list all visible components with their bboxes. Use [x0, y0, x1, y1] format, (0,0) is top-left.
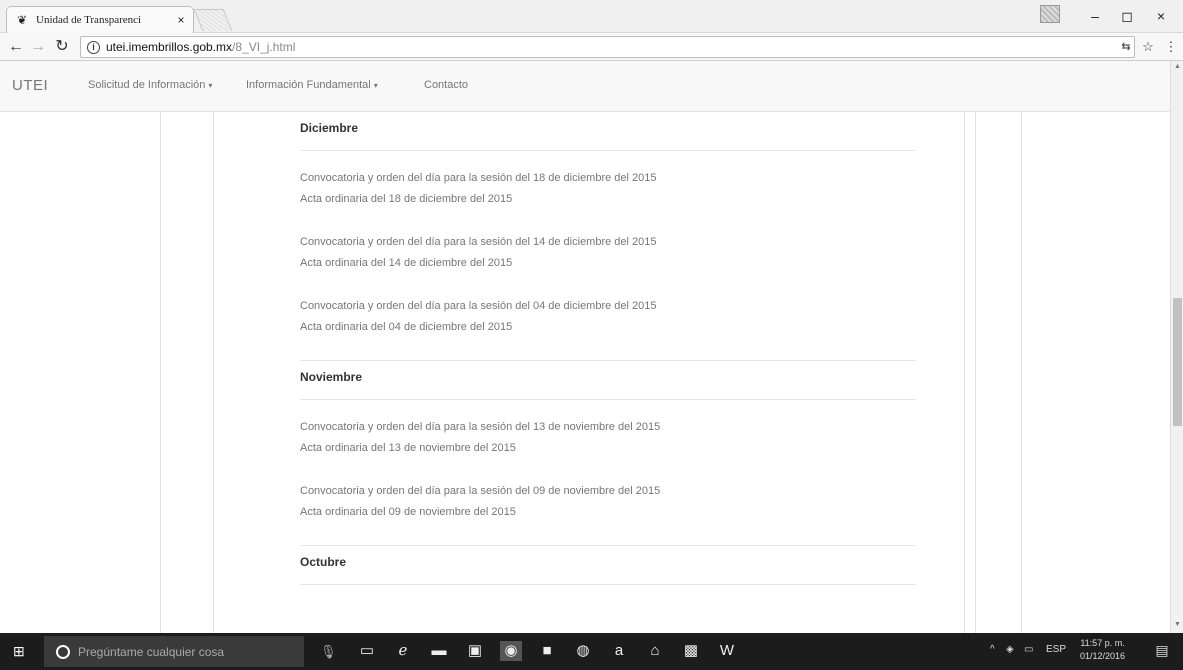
content-panel: Diciembre Convocatoria y orden del día pa…	[213, 112, 965, 633]
windows-taskbar: ⊞ Pregúntame cualquier cosa 🎙 ▭ ℯ ▬ ▣ ◉ …	[0, 633, 1183, 670]
convocatoria-link[interactable]: Convocatoria y orden del día para la ses…	[300, 168, 916, 189]
address-bar[interactable]: i utei.imembrillos.gob.mx/8_VI_j.html	[80, 36, 1135, 58]
tab-close-icon[interactable]: ×	[175, 13, 187, 27]
scroll-thumb[interactable]	[1173, 298, 1182, 426]
browser-tabstrip: ❦ Unidad de Transparenci × – ◻ ×	[0, 0, 1183, 33]
minimize-button[interactable]: –	[1080, 6, 1110, 26]
nav-solicitud-informacion[interactable]: Solicitud de Información ▾	[88, 79, 212, 91]
scroll-down-icon[interactable]: ▼	[1173, 621, 1182, 630]
close-window-button[interactable]: ×	[1146, 6, 1176, 26]
site-navbar: UTEI Solicitud de Información ▾ Informaci…	[0, 61, 1170, 112]
bookmark-star-icon[interactable]: ☆	[1139, 39, 1157, 55]
edge-browser-icon[interactable]: ℯ	[392, 641, 414, 661]
site-brand[interactable]: UTEI	[12, 77, 48, 94]
session-entry: Convocatoria y orden del día para la ses…	[300, 232, 916, 274]
photos-icon[interactable]: ▩	[680, 641, 702, 661]
tab-title: Unidad de Transparenci	[36, 14, 142, 26]
task-view-icon[interactable]: ▭	[356, 641, 378, 661]
nav-contacto[interactable]: Contacto	[424, 79, 468, 91]
session-entry: Convocatoria y orden del día para la ses…	[300, 168, 916, 210]
session-list: Convocatoria y orden del día para la ses…	[300, 151, 916, 338]
session-entry: Convocatoria y orden del día para la ses…	[300, 417, 916, 459]
amazon-icon[interactable]: a	[608, 641, 630, 661]
menu-kebab-icon[interactable]: ⋮	[1162, 39, 1180, 55]
microphone-icon[interactable]: 🎙	[320, 644, 337, 660]
session-list: Convocatoria y orden del día para la ses…	[300, 400, 916, 523]
month-heading: Octubre	[300, 555, 347, 569]
app-icon[interactable]: ■	[536, 641, 558, 661]
info-icon[interactable]: i	[87, 40, 100, 54]
clock-time: 11:57 p. m.	[1080, 638, 1125, 648]
battery-icon[interactable]: ▭	[1024, 644, 1033, 655]
divider	[300, 584, 916, 585]
month-section: Octubre	[300, 546, 916, 585]
scroll-up-icon[interactable]: ▲	[1173, 63, 1182, 72]
nav-link-label: Información Fundamental	[246, 79, 371, 91]
nav-informacion-fundamental[interactable]: Información Fundamental ▾	[246, 79, 378, 91]
acta-link[interactable]: Acta ordinaria del 04 de diciembre del 2…	[300, 317, 916, 338]
clock-date: 01/12/2016	[1080, 651, 1126, 661]
new-tab-button[interactable]	[193, 9, 233, 31]
tray-chevron-icon[interactable]: ^	[990, 644, 995, 655]
browser-tab[interactable]: ❦ Unidad de Transparenci ×	[6, 6, 194, 33]
taskbar-clock[interactable]: 11:57 p. m. 01/12/2016	[1080, 637, 1125, 663]
chrome-icon[interactable]: ◉	[500, 641, 522, 661]
search-placeholder: Pregúntame cualquier cosa	[78, 644, 225, 659]
url-path: /8_VI_j.html	[232, 40, 296, 54]
acta-link[interactable]: Acta ordinaria del 13 de noviembre del 2…	[300, 438, 916, 459]
divider	[975, 112, 976, 633]
convocatoria-link[interactable]: Convocatoria y orden del día para la ses…	[300, 481, 916, 502]
home-icon[interactable]: ⌂	[644, 641, 666, 661]
month-section: Noviembre Convocatoria y orden del día pa…	[300, 361, 916, 546]
page-scrollbar[interactable]: ▲ ▼	[1170, 61, 1183, 633]
windows-start-icon[interactable]: ⊞	[13, 643, 29, 659]
maximize-button[interactable]: ◻	[1112, 6, 1142, 26]
nav-link-label: Contacto	[424, 79, 469, 91]
month-heading: Diciembre	[300, 121, 359, 135]
notification-center-icon[interactable]: ▤	[1153, 642, 1171, 660]
convocatoria-link[interactable]: Convocatoria y orden del día para la ses…	[300, 296, 916, 317]
language-indicator[interactable]: ESP	[1046, 644, 1066, 655]
convocatoria-link[interactable]: Convocatoria y orden del día para la ses…	[300, 417, 916, 438]
chevron-down-icon: ▾	[208, 80, 213, 90]
sessions-list: Diciembre Convocatoria y orden del día pa…	[300, 112, 916, 585]
forward-arrow-icon[interactable]: →	[28, 37, 48, 57]
back-arrow-icon[interactable]: ←	[6, 37, 26, 57]
reload-icon[interactable]: ↻	[52, 37, 72, 57]
url-host: utei.imembrillos.gob.mx	[106, 40, 233, 54]
browser-toolbar: ← → ↻ i utei.imembrillos.gob.mx/8_VI_j.h…	[0, 33, 1183, 61]
store-icon[interactable]: ▣	[464, 641, 486, 661]
file-explorer-icon[interactable]: ▬	[428, 641, 450, 661]
chevron-down-icon: ▾	[373, 80, 378, 90]
cortana-search-box[interactable]: Pregúntame cualquier cosa 🎙	[44, 636, 337, 667]
translate-icon[interactable]: ⇆	[1117, 39, 1135, 55]
spotify-icon[interactable]: ◍	[572, 641, 594, 661]
divider	[1021, 112, 1022, 633]
convocatoria-link[interactable]: Convocatoria y orden del día para la ses…	[300, 232, 916, 253]
page-body: Diciembre Convocatoria y orden del día pa…	[0, 112, 1170, 633]
cortana-icon	[56, 644, 70, 659]
session-entry: Convocatoria y orden del día para la ses…	[300, 296, 916, 338]
site-favicon-icon: ❦	[17, 12, 28, 27]
network-icon[interactable]: ◈	[1006, 644, 1014, 655]
profile-icon[interactable]	[1040, 5, 1060, 23]
acta-link[interactable]: Acta ordinaria del 18 de diciembre del 2…	[300, 189, 916, 210]
acta-link[interactable]: Acta ordinaria del 09 de noviembre del 2…	[300, 502, 916, 523]
word-icon[interactable]: W	[716, 641, 738, 661]
month-heading: Noviembre	[300, 370, 363, 384]
acta-link[interactable]: Acta ordinaria del 14 de diciembre del 2…	[300, 253, 916, 274]
month-section: Diciembre Convocatoria y orden del día pa…	[300, 112, 916, 361]
divider	[160, 112, 161, 633]
nav-link-label: Solicitud de Información	[88, 79, 206, 91]
session-entry: Convocatoria y orden del día para la ses…	[300, 481, 916, 523]
